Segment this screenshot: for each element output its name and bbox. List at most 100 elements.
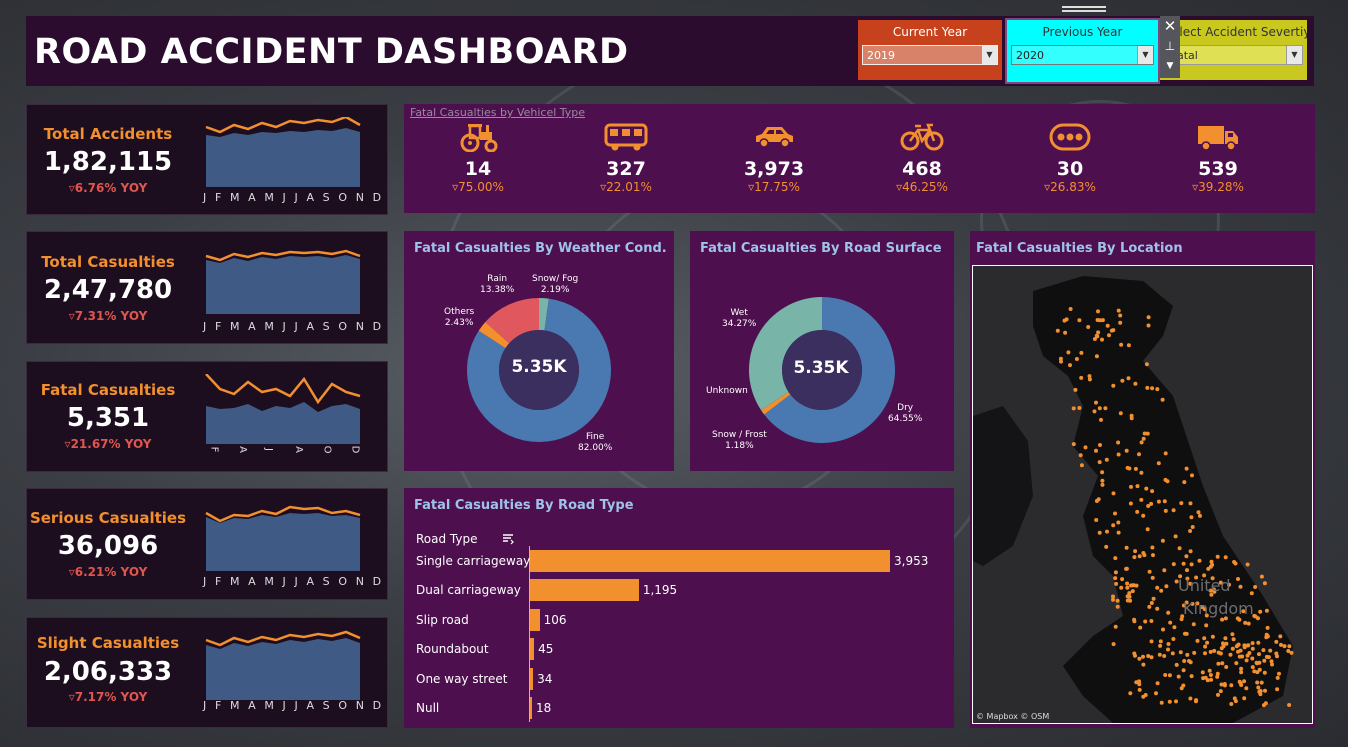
map-point bbox=[1105, 529, 1109, 534]
map-point bbox=[1207, 668, 1212, 673]
map-point bbox=[1159, 700, 1164, 705]
map-point bbox=[1236, 577, 1240, 581]
bar[interactable] bbox=[530, 697, 532, 719]
weather-donut-chart[interactable] bbox=[404, 231, 674, 471]
map-point bbox=[1216, 692, 1220, 697]
map-view[interactable]: United Kingdom © Mapbox © OSM bbox=[972, 265, 1313, 724]
map-point bbox=[1230, 646, 1235, 651]
map-point bbox=[1139, 497, 1144, 502]
month-axis: J F M A M J J A S O N D bbox=[203, 699, 384, 712]
map-point bbox=[1129, 484, 1133, 489]
kpi-value: 2,47,780 bbox=[43, 275, 173, 305]
map-point bbox=[1113, 576, 1118, 581]
bar-row[interactable]: Slip road 106 bbox=[404, 608, 944, 631]
pin-icon[interactable]: ⊥ bbox=[1160, 36, 1180, 56]
bar-row[interactable]: Roundabout 45 bbox=[404, 638, 944, 661]
map-point bbox=[1228, 652, 1233, 657]
chevron-down-icon[interactable]: ▼ bbox=[1160, 56, 1180, 76]
map-point bbox=[1220, 661, 1225, 666]
map-point bbox=[1111, 491, 1116, 496]
filter-severity[interactable]: elect Accident Severtiy atal ▼ bbox=[1160, 20, 1307, 80]
map-point bbox=[1133, 466, 1138, 471]
map-point bbox=[1059, 359, 1063, 364]
map-point bbox=[1200, 670, 1205, 675]
bar[interactable] bbox=[530, 608, 540, 631]
map-point bbox=[1257, 689, 1262, 694]
filter-current-year[interactable]: Current Year 2019 ▼ bbox=[858, 20, 1002, 80]
kpi-value: 5,351 bbox=[66, 403, 150, 433]
map-point bbox=[1127, 466, 1132, 471]
map-point bbox=[1120, 577, 1125, 582]
chevron-down-icon[interactable]: ▼ bbox=[1137, 46, 1153, 64]
bar[interactable] bbox=[530, 667, 534, 690]
bar-row[interactable]: Single carriageway 3,953 bbox=[404, 550, 944, 572]
map-point bbox=[1160, 538, 1165, 543]
vehicle-pct: ▿17.75% bbox=[748, 180, 800, 194]
map-point bbox=[1262, 581, 1267, 586]
month-label: J bbox=[262, 448, 274, 451]
map-point bbox=[1185, 652, 1190, 657]
map-point bbox=[1161, 627, 1165, 632]
donut-center-value: 5.35K bbox=[511, 357, 567, 377]
map-point bbox=[1146, 315, 1151, 320]
kpi-yoy: ▿21.67% YOY bbox=[64, 437, 152, 451]
map-point bbox=[1149, 601, 1154, 605]
map-point bbox=[1250, 665, 1255, 670]
map-point bbox=[1246, 643, 1251, 648]
map-point bbox=[1111, 328, 1116, 333]
bar[interactable] bbox=[530, 638, 535, 661]
map-point bbox=[1238, 584, 1243, 589]
sparkline-area bbox=[206, 255, 360, 314]
donut-label-others: Others 2.43% bbox=[444, 307, 475, 328]
uk-map[interactable]: United Kingdom bbox=[973, 266, 1312, 723]
floating-toolbar: ✕ ⊥ ▼ bbox=[1160, 16, 1180, 78]
panel-title: Fatal Casualties by Vehicel Type bbox=[410, 106, 586, 119]
bar[interactable] bbox=[530, 550, 890, 572]
previous-year-select[interactable]: 2020 ▼ bbox=[1011, 45, 1154, 65]
map-point bbox=[1077, 318, 1082, 323]
bar-row[interactable]: Null 18 bbox=[404, 697, 944, 719]
map-point bbox=[1125, 585, 1130, 590]
donut-label-fine: Fine 82.00% bbox=[578, 432, 613, 453]
current-year-select[interactable]: 2019 ▼ bbox=[862, 45, 998, 65]
map-point bbox=[1073, 387, 1078, 392]
map-point bbox=[1087, 374, 1092, 379]
map-point bbox=[1146, 323, 1151, 328]
kpi-value: 1,82,115 bbox=[43, 147, 173, 177]
vehicle-type-panel: Fatal Casualties by Vehicel Type 14 ▿75.… bbox=[404, 104, 1315, 213]
map-point bbox=[1099, 417, 1103, 422]
bar[interactable] bbox=[530, 579, 639, 602]
drag-handle[interactable] bbox=[1062, 6, 1106, 12]
chevron-down-icon[interactable]: ▼ bbox=[981, 46, 997, 64]
severity-select[interactable]: atal ▼ bbox=[1172, 45, 1303, 65]
map-point bbox=[1274, 651, 1279, 656]
month-axis: J F M A M J J A S O N D bbox=[203, 575, 384, 588]
vehicle-pct: ▿26.83% bbox=[1044, 180, 1096, 194]
map-point bbox=[1275, 687, 1280, 692]
map-point bbox=[1174, 662, 1179, 667]
map-point bbox=[1116, 520, 1121, 525]
donut-label-dry: Dry 64.55% bbox=[888, 403, 923, 424]
vehicle-value: 3,973 bbox=[743, 158, 805, 180]
map-point bbox=[1094, 400, 1098, 405]
filter-previous-year[interactable]: Previous Year 2020 ▼ bbox=[1005, 18, 1160, 84]
close-icon[interactable]: ✕ bbox=[1160, 16, 1180, 36]
map-point bbox=[1239, 683, 1244, 687]
map-point bbox=[1202, 636, 1207, 641]
bar-row[interactable]: One way street 34 bbox=[404, 667, 944, 690]
chevron-down-icon[interactable]: ▼ bbox=[1286, 46, 1302, 64]
map-point bbox=[1287, 644, 1292, 649]
map-point bbox=[1242, 679, 1247, 684]
map-point bbox=[1113, 570, 1118, 575]
map-point bbox=[1262, 658, 1267, 663]
map-point bbox=[1116, 530, 1121, 535]
map-point bbox=[1150, 489, 1155, 494]
bar-row[interactable]: Dual carriageway 1,195 bbox=[404, 579, 944, 602]
map-point bbox=[1107, 333, 1111, 338]
map-point bbox=[1094, 354, 1099, 359]
road-type-panel: Fatal Casualties By Road Type Road Type … bbox=[404, 488, 954, 728]
map-point bbox=[1219, 646, 1224, 651]
map-point bbox=[1205, 640, 1210, 645]
map-point bbox=[1155, 585, 1160, 590]
map-point bbox=[1115, 598, 1120, 603]
